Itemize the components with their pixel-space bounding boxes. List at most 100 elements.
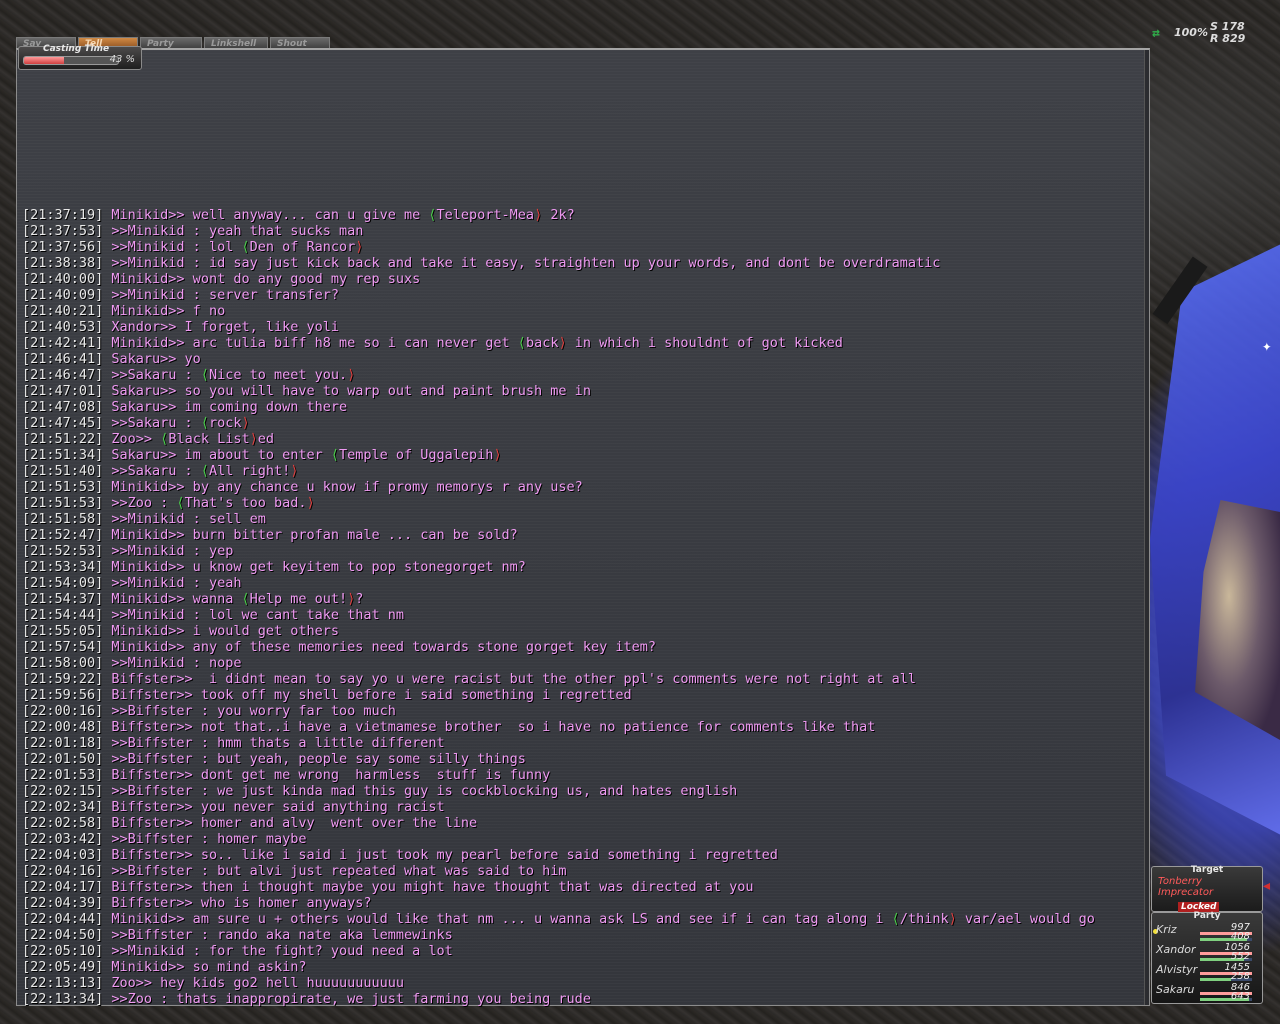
chat-timestamp: [21:53:34] <box>22 559 104 575</box>
autotranslate-phrase: back <box>525 335 559 351</box>
chat-message: Minikid>> any of these memories need tow… <box>103 639 656 655</box>
chat-message: Zoo>> <box>103 431 161 447</box>
chat-message: Minikid>> arc tulia biff h8 me so i can … <box>103 335 518 351</box>
party-header: Party <box>1193 911 1221 921</box>
mp-value: 408 <box>1230 931 1250 942</box>
chat-timestamp: [21:51:22] <box>22 431 104 447</box>
chat-timestamp: [21:47:45] <box>22 415 104 431</box>
autotranslate-close-icon: ⟩ <box>290 463 299 479</box>
autotranslate-phrase: All right! <box>208 463 291 479</box>
chat-timestamp: [21:52:53] <box>22 543 104 559</box>
chat-line: [22:04:03] Biffster>> so.. like i said i… <box>22 847 1095 863</box>
chat-timestamp: [21:37:19] <box>22 207 104 223</box>
chat-timestamp: [22:04:44] <box>22 911 104 927</box>
chat-message: >>Biffster : but alvi just repeated what… <box>103 863 567 879</box>
chat-timestamp: [22:05:49] <box>22 959 104 975</box>
chat-line: [22:00:48] Biffster>> not that..i have a… <box>22 719 1095 735</box>
chat-timestamp: [22:01:53] <box>22 767 104 783</box>
chat-timestamp: [22:04:50] <box>22 927 104 943</box>
chat-message: Minikid>> i would get others <box>103 623 339 639</box>
chat-timestamp: [22:02:15] <box>22 783 104 799</box>
chat-line: [21:40:00] Minikid>> wont do any good my… <box>22 271 1095 287</box>
chat-message: Biffster>> then i thought maybe you migh… <box>103 879 754 895</box>
compass-readout: ⇄ 100% S 178 R 829 <box>1150 20 1275 45</box>
chat-message: Minikid>> am sure u + others would like … <box>103 911 892 927</box>
compass-arrow-icon: ⇄ <box>1152 26 1160 41</box>
party-member[interactable]: Xandor 1056 552 <box>1152 942 1264 963</box>
party-member-name: Kriz <box>1156 923 1177 936</box>
chat-message: >>Minikid : for the fight? youd need a l… <box>103 943 453 959</box>
chat-timestamp: [21:37:53] <box>22 223 104 239</box>
chat-timestamp: [21:51:53] <box>22 495 104 511</box>
chat-line: [22:02:15] >>Biffster : we just kinda ma… <box>22 783 1095 799</box>
chat-message: >>Minikid : yeah <box>103 575 242 591</box>
chat-scrollbar[interactable] <box>1144 50 1149 1005</box>
party-member[interactable]: Kriz 997 408 <box>1152 922 1264 943</box>
chat-timestamp: [21:58:00] <box>22 655 104 671</box>
chat-line: [22:02:58] Biffster>> homer and alvy wen… <box>22 815 1095 831</box>
party-member[interactable]: Sakaru 846 643 <box>1152 982 1264 1003</box>
autotranslate-open-icon: ⟨ <box>241 591 250 607</box>
mp-value: 258 <box>1230 971 1250 982</box>
casting-progress-fill <box>24 57 65 64</box>
chat-line: [21:51:40] >>Sakaru : ⟨All right!⟩ <box>22 463 1095 479</box>
chat-message: Biffster>> i didnt mean to say yo u were… <box>103 671 917 687</box>
autotranslate-phrase: Den of Rancor <box>249 239 356 255</box>
chat-message: Minikid>> wont do any good my rep suxs <box>103 271 421 287</box>
chat-line: [22:01:50] >>Biffster : but yeah, people… <box>22 751 1095 767</box>
mp-value: 552 <box>1230 951 1250 962</box>
chat-timestamp: [21:51:40] <box>22 463 104 479</box>
chat-line: [22:04:44] Minikid>> am sure u + others … <box>22 911 1095 927</box>
chat-line: [21:37:19] Minikid>> well anyway... can … <box>22 207 1095 223</box>
target-window[interactable]: Target Tonberry Imprecator Locked ◂ <box>1151 865 1272 912</box>
chat-message: >>Sakaru : <box>103 367 201 383</box>
chat-timestamp: [22:13:34] <box>22 991 104 1007</box>
chat-line: [21:37:56] >>Minikid : lol ⟨Den of Ranco… <box>22 239 1095 255</box>
chat-line: [22:04:39] Biffster>> who is homer anywa… <box>22 895 1095 911</box>
party-member[interactable]: Alvistyr 1455 258 <box>1152 962 1264 983</box>
chat-line: [22:04:17] Biffster>> then i thought may… <box>22 879 1095 895</box>
chat-line: [22:01:53] Biffster>> dont get me wrong … <box>22 767 1095 783</box>
chat-timestamp: [21:46:41] <box>22 351 104 367</box>
chat-line: [21:52:53] >>Minikid : yep <box>22 543 1095 559</box>
chat-line: [22:04:50] >>Biffster : rando aka nate a… <box>22 927 1095 943</box>
chat-message: Minikid>> wanna <box>103 591 242 607</box>
chat-message: >>Minikid : id say just kick back and ta… <box>103 255 941 271</box>
chat-message: Minikid>> so mind askin? <box>103 959 307 975</box>
chat-line: [22:04:16] >>Biffster : but alvi just re… <box>22 863 1095 879</box>
casting-progress-track <box>23 56 119 65</box>
chat-message: Sakaru>> yo <box>103 351 201 367</box>
chat-line: [21:37:53] >>Minikid : yeah that sucks m… <box>22 223 1095 239</box>
chat-line: [21:47:01] Sakaru>> so you will have to … <box>22 383 1095 399</box>
autotranslate-open-icon: ⟨ <box>241 239 250 255</box>
chat-line: [21:46:47] >>Sakaru : ⟨Nice to meet you.… <box>22 367 1095 383</box>
chat-timestamp: [22:05:10] <box>22 943 104 959</box>
chat-line: [21:47:45] >>Sakaru : ⟨rock⟩ <box>22 415 1095 431</box>
chat-log-window[interactable]: [21:37:19] Minikid>> well anyway... can … <box>16 48 1150 1007</box>
chat-message: Minikid>> burn bitter profan male ... ca… <box>103 527 518 543</box>
chat-message: >>Biffster : rando aka nate aka lemmewin… <box>103 927 453 943</box>
chat-timestamp: [21:59:56] <box>22 687 104 703</box>
chat-timestamp: [22:13:13] <box>22 975 104 991</box>
autotranslate-phrase: Teleport-Mea <box>436 207 535 223</box>
chat-line: [21:42:41] Minikid>> arc tulia biff h8 m… <box>22 335 1095 351</box>
chat-line: [22:13:13] Zoo>> hey kids go2 hell huuuu… <box>22 975 1095 991</box>
chat-line: [21:51:34] Sakaru>> im about to enter ⟨T… <box>22 447 1095 463</box>
mp-value: 643 <box>1230 991 1250 1002</box>
chat-timestamp: [21:42:41] <box>22 335 104 351</box>
chat-line: [21:59:22] Biffster>> i didnt mean to sa… <box>22 671 1095 687</box>
chat-message: >>Minikid : sell em <box>103 511 266 527</box>
chat-line: [21:51:53] >>Zoo : ⟨That's too bad.⟩ <box>22 495 1095 511</box>
chat-message: Sakaru>> im about to enter <box>103 447 331 463</box>
chat-message: >>Zoo : thats inappropirate, we just far… <box>103 991 591 1007</box>
autotranslate-close-icon: ⟩ <box>306 495 315 511</box>
chat-line: [21:46:41] Sakaru>> yo <box>22 351 1095 367</box>
chat-line: [21:51:53] Minikid>> by any chance u kno… <box>22 479 1095 495</box>
chat-message: Biffster>> dont get me wrong harmless st… <box>103 767 551 783</box>
chat-line: [21:47:08] Sakaru>> im coming down there <box>22 399 1095 415</box>
chat-timestamp: [21:38:38] <box>22 255 104 271</box>
autotranslate-phrase: Black List <box>168 431 250 447</box>
chat-message: Biffster>> homer and alvy went over the … <box>103 815 478 831</box>
chat-line: [21:54:44] >>Minikid : lol we cant take … <box>22 607 1095 623</box>
chat-line: [22:00:16] >>Biffster : you worry far to… <box>22 703 1095 719</box>
